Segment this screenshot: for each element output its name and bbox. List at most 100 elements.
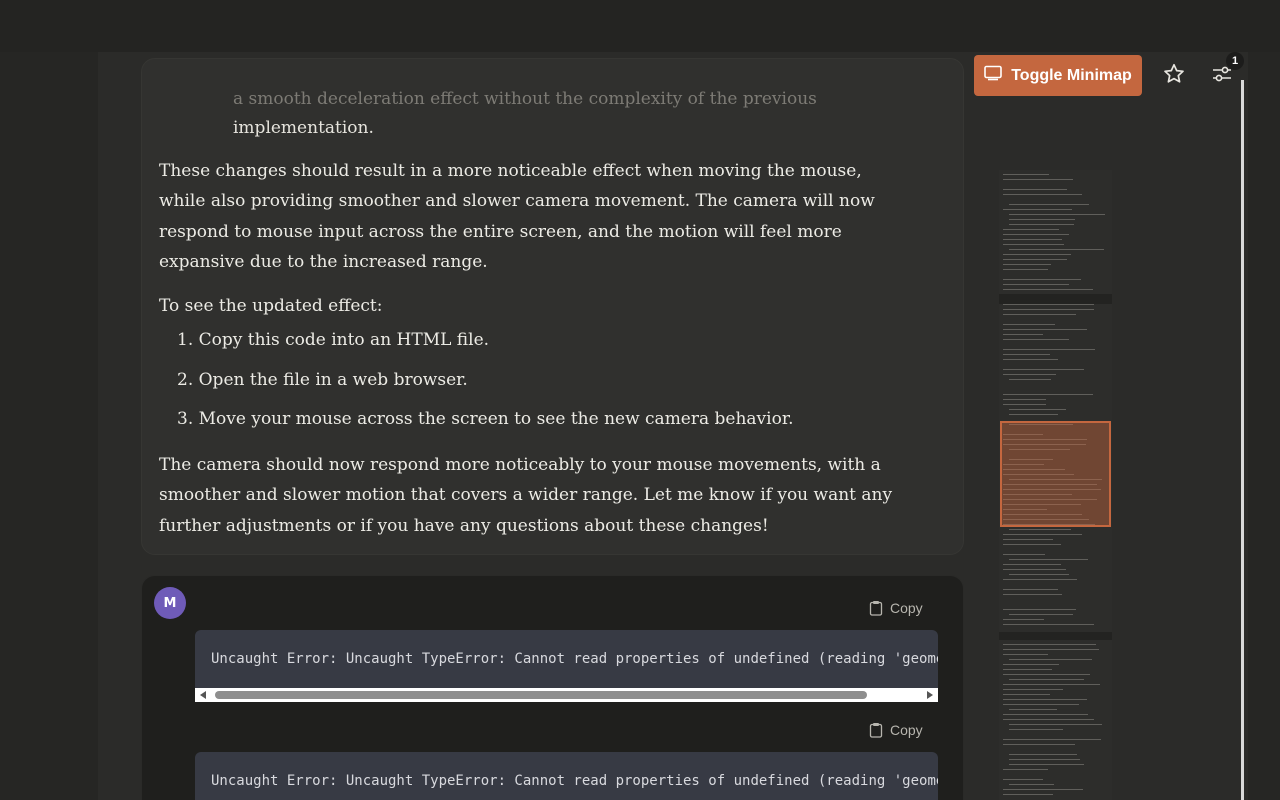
minimap-text-line	[1003, 789, 1083, 790]
minimap-text-line	[1003, 304, 1094, 305]
toggle-minimap-label: Toggle Minimap	[1011, 66, 1132, 84]
minimap-viewport[interactable]	[1000, 421, 1111, 527]
faded-text-line: a smooth deceleration effect without the…	[233, 89, 817, 109]
minimap-text-line	[1003, 174, 1049, 175]
continued-text-line: implementation.	[233, 118, 374, 138]
minimap-text-line	[1003, 569, 1066, 570]
minimap-text-line	[1003, 769, 1048, 770]
minimap-text-line	[1003, 779, 1043, 780]
minimap-text-line	[1009, 754, 1077, 755]
minimap-text-line	[1003, 619, 1044, 620]
minimap-text-line	[1003, 794, 1053, 795]
minimap-text-line	[1003, 354, 1050, 355]
minimap-text-line	[1003, 554, 1045, 555]
minimap-text-line	[1009, 204, 1089, 205]
scroll-right-icon[interactable]	[927, 691, 933, 699]
code-block: Uncaught Error: Uncaught TypeError: Cann…	[195, 752, 938, 800]
minimap-text-line	[1009, 249, 1104, 250]
minimap-text-line	[1003, 349, 1095, 350]
minimap-text-line	[1003, 229, 1059, 230]
minimap-text-line	[1009, 219, 1075, 220]
minimap-text-line	[1009, 724, 1102, 725]
copy-label: Copy	[890, 722, 923, 738]
scroll-thumb[interactable]	[215, 691, 867, 699]
minimap-text-line	[1009, 529, 1071, 530]
minimap-text-line	[1003, 669, 1052, 670]
minimap-text-line	[1009, 409, 1066, 410]
minimap-text-line	[1003, 324, 1055, 325]
minimap-message-marker	[999, 632, 1112, 640]
minimap-icon	[984, 65, 1003, 86]
settings-sliders-icon	[1210, 66, 1234, 90]
minimap-text-line	[1003, 244, 1064, 245]
response-paragraph: The camera should now respond more notic…	[159, 455, 893, 536]
minimap-text-line	[1003, 684, 1100, 685]
minimap-text-line	[1003, 739, 1101, 740]
top-bar	[0, 0, 1280, 52]
minimap-text-line	[1003, 314, 1076, 315]
response-paragraph: To see the updated effect:	[159, 296, 383, 316]
star-button[interactable]	[1162, 62, 1186, 86]
minimap-text-line	[1003, 239, 1062, 240]
minimap-text-line	[1003, 534, 1082, 535]
minimap-text-line	[1009, 614, 1073, 615]
minimap-text-line	[1003, 374, 1056, 375]
minimap-text-line	[1009, 224, 1074, 225]
minimap-text-line	[1003, 334, 1043, 335]
minimap-text-line	[1009, 729, 1063, 730]
minimap-text-line	[1003, 289, 1093, 290]
code-block: Uncaught Error: Uncaught TypeError: Cann…	[195, 630, 938, 688]
minimap-text-line	[1009, 414, 1058, 415]
minimap-text-line	[1003, 264, 1051, 265]
minimap-text-line	[1003, 179, 1073, 180]
minimap-text-line	[1003, 664, 1059, 665]
minimap-text-line	[1003, 594, 1062, 595]
minimap-text-line	[1009, 574, 1069, 575]
minimap-message-marker	[999, 294, 1112, 304]
toggle-minimap-button[interactable]: Toggle Minimap	[974, 55, 1142, 96]
minimap-text-line	[1009, 679, 1084, 680]
list-item: 1. Copy this code into an HTML file.	[177, 330, 490, 350]
minimap-text-line	[1003, 394, 1093, 395]
minimap-text-line	[1003, 189, 1067, 190]
minimap-text-line	[1003, 194, 1082, 195]
star-icon	[1162, 63, 1186, 90]
minimap-text-line	[1003, 609, 1076, 610]
minimap-text-line	[1009, 764, 1084, 765]
copy-button[interactable]: Copy	[869, 600, 923, 616]
avatar: M	[154, 587, 186, 619]
minimap-text-line	[1003, 329, 1087, 330]
minimap[interactable]	[999, 170, 1112, 800]
minimap-text-line	[1003, 359, 1058, 360]
minimap-text-line	[1003, 699, 1087, 700]
minimap-text-line	[1003, 719, 1094, 720]
minimap-text-line	[1003, 369, 1084, 370]
scroll-left-icon[interactable]	[200, 691, 206, 699]
minimap-text-line	[1003, 254, 1071, 255]
minimap-text-line	[1003, 539, 1053, 540]
minimap-text-line	[1003, 259, 1067, 260]
minimap-text-line	[1009, 559, 1088, 560]
minimap-text-line	[1003, 704, 1079, 705]
minimap-text-line	[1003, 339, 1069, 340]
minimap-text-line	[1009, 214, 1105, 215]
minimap-text-line	[1003, 714, 1088, 715]
clipboard-icon	[869, 722, 883, 738]
minimap-text-line	[1003, 644, 1096, 645]
code-scrollbar[interactable]	[195, 688, 938, 702]
minimap-text-line	[1003, 689, 1063, 690]
page-scrollbar-track[interactable]	[1241, 80, 1244, 800]
minimap-text-line	[1009, 709, 1057, 710]
assistant-message: a smooth deceleration effect without the…	[141, 58, 964, 555]
minimap-text-line	[1003, 654, 1048, 655]
minimap-text-line	[1009, 784, 1054, 785]
minimap-text-line	[1003, 544, 1061, 545]
minimap-text-line	[1003, 404, 1046, 405]
copy-label: Copy	[890, 600, 923, 616]
minimap-text-line	[1003, 284, 1069, 285]
copy-button[interactable]: Copy	[869, 722, 923, 738]
minimap-text-line	[1003, 744, 1075, 745]
response-paragraph: These changes should result in a more no…	[159, 161, 875, 272]
list-item: 3. Move your mouse across the screen to …	[177, 409, 794, 429]
user-message: M Copy Uncaught Error: Uncaught TypeErro…	[141, 575, 964, 800]
